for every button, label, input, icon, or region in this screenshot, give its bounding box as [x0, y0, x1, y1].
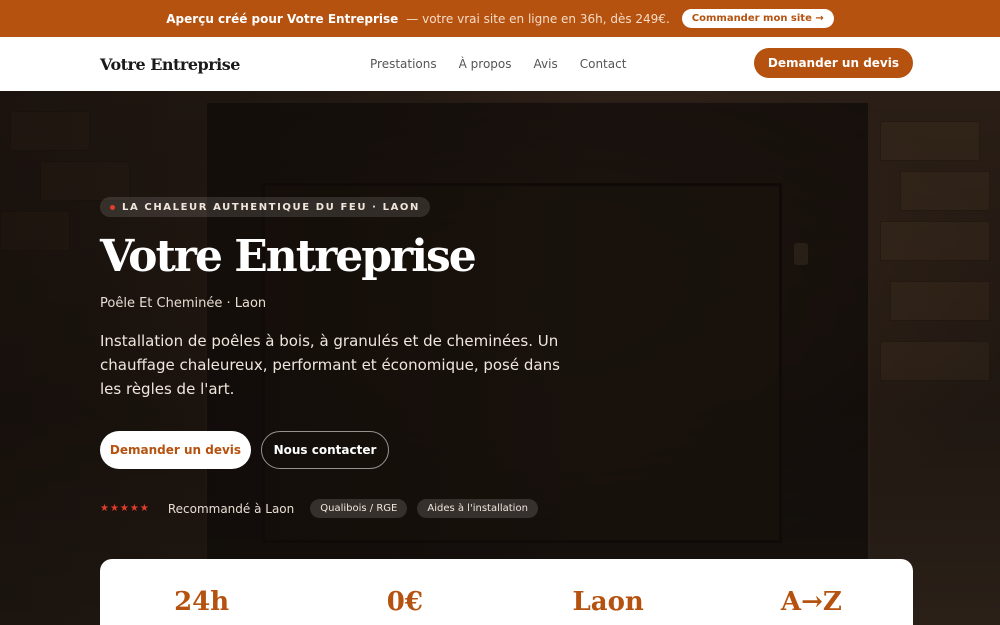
navbar: Votre Entreprise Prestations À propos Av… — [0, 37, 1000, 91]
site-logo[interactable]: Votre Entreprise — [100, 55, 240, 74]
hero-title: Votre Entreprise — [100, 231, 477, 282]
background-brick — [900, 171, 990, 211]
nav-link-a-propos[interactable]: À propos — [459, 57, 512, 71]
stat-value: Laon — [572, 587, 644, 617]
order-site-button[interactable]: Commander mon site → — [681, 9, 834, 28]
promo-banner: Aperçu créé pour Votre Entreprise — votr… — [0, 0, 1000, 37]
badge-dot-icon — [110, 204, 115, 210]
promo-lead: Aperçu créé pour Votre Entreprise — [166, 11, 399, 26]
contact-us-button[interactable]: Nous contacter — [261, 431, 389, 469]
rating-stars-icon: ★★★★★ — [100, 503, 150, 514]
hero-badge: LA CHALEUR AUTHENTIQUE DU FEU · LAON — [100, 197, 430, 217]
stats-card: 24h 0€ Laon A→Z — [100, 559, 913, 625]
stat-value: A→Z — [780, 587, 842, 617]
hero-subtitle: Poêle Et Cheminée · Laon — [100, 296, 267, 311]
nav-link-contact[interactable]: Contact — [580, 57, 627, 71]
stat-value: 0€ — [386, 587, 423, 617]
hero-section: LA CHALEUR AUTHENTIQUE DU FEU · LAON Vot… — [0, 91, 1000, 625]
stove-handle — [794, 243, 808, 265]
qualibois-pill: Qualibois / RGE — [310, 499, 408, 518]
background-brick — [880, 221, 990, 261]
nav-links: Prestations À propos Avis Contact — [370, 57, 626, 71]
request-quote-button[interactable]: Demander un devis — [100, 431, 251, 469]
recommended-text: Recommandé à Laon — [167, 501, 295, 516]
background-brick — [890, 281, 990, 321]
stat-value: 24h — [174, 587, 230, 617]
badge-text: LA CHALEUR AUTHENTIQUE DU FEU · LAON — [122, 201, 420, 213]
nav-quote-button[interactable]: Demander un devis — [753, 48, 913, 78]
nav-link-avis[interactable]: Avis — [534, 57, 558, 71]
promo-text: — votre vrai site en ligne en 36h, dès 2… — [406, 11, 670, 26]
aides-pill: Aides à l'installation — [417, 499, 538, 518]
nav-link-prestations[interactable]: Prestations — [370, 57, 437, 71]
trust-row: ★★★★★ Recommandé à Laon Qualibois / RGE … — [100, 499, 538, 518]
hero-description: Installation de poêles à bois, à granulé… — [100, 332, 560, 398]
background-brick — [880, 341, 990, 381]
background-brick — [880, 121, 980, 161]
